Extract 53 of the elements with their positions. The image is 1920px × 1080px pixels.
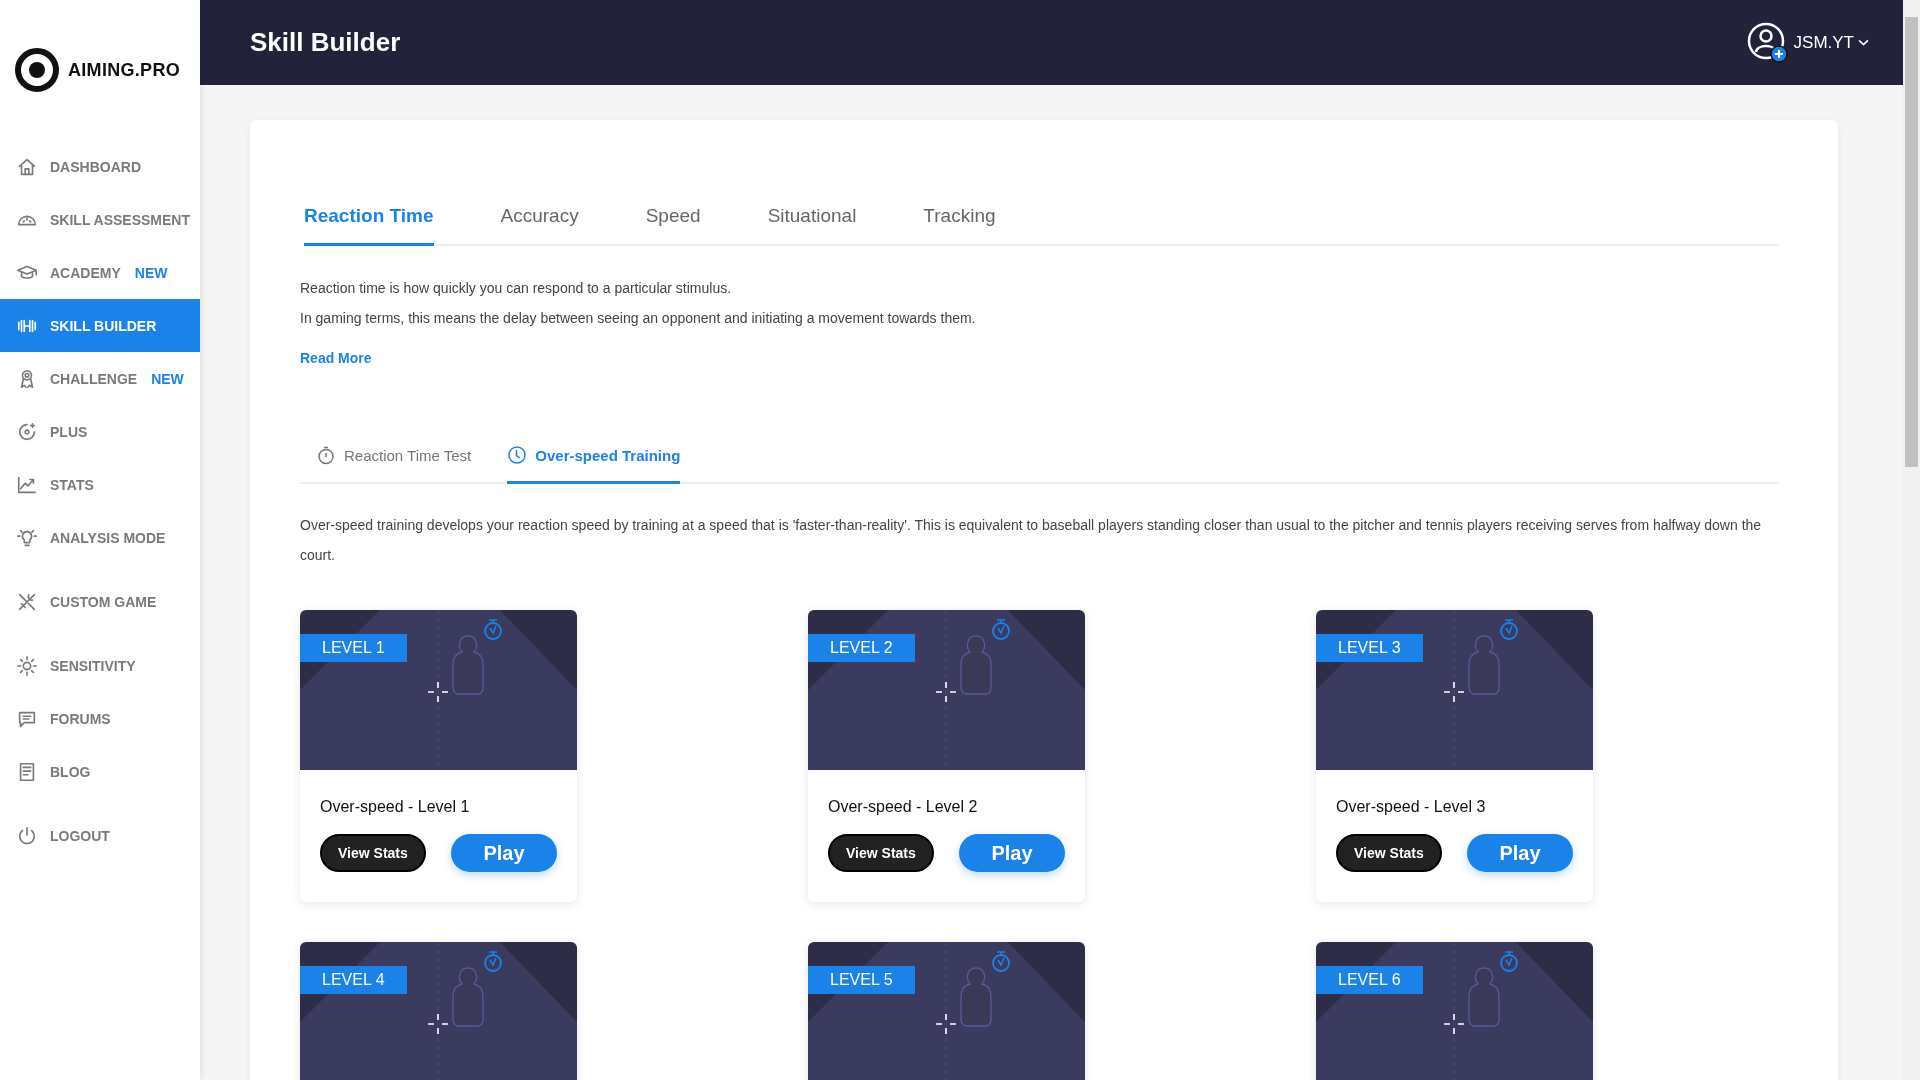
description-text: Reaction time is how quickly you can respond to a particular stimulus. — [300, 280, 733, 297]
sidebar-item[interactable]: CHALLENGE NEW — [0, 352, 200, 405]
mode-tab[interactable]: Reaction Time Test — [300, 445, 482, 484]
user-menu[interactable]: JSM.YT — [1745, 20, 1869, 65]
page-title: Skill Builder — [250, 27, 401, 58]
sidebar-item[interactable]: DASHBOARD — [0, 140, 200, 193]
nav-icon — [16, 420, 38, 443]
category-tab[interactable]: Reaction Time — [304, 205, 434, 246]
level-label: LEVEL 6 — [1316, 966, 1423, 994]
level-label: LEVEL 2 — [808, 634, 915, 662]
description-text: In gaming terms, this means the delay between seeing an opponent and initiating a movement towards them. — [300, 310, 977, 327]
level-label: LEVEL 3 — [1316, 634, 1423, 662]
view-stats-button[interactable]: View Stats — [1336, 834, 1442, 872]
brand-name: AIMING.PRO — [68, 59, 180, 81]
sidebar-item[interactable]: BLOG — [0, 745, 200, 798]
sidebar-item[interactable]: SENSITIVITY — [0, 639, 200, 692]
new-label: NEW — [151, 370, 184, 387]
training-description: Over-speed training develops your reaction speed by training at a speed that is 'faster-than-reality'. This is equivalent to baseball players standing closer than usual to the pitcher and tennis players receiving serves from halfway down the court. — [300, 516, 1763, 565]
new-label: NEW — [134, 264, 168, 281]
sidebar-item[interactable]: SKILL ASSESSMENT — [0, 193, 200, 246]
sidebar-item[interactable]: ACADEMY NEW — [0, 246, 200, 299]
level-label: LEVEL 5 — [808, 966, 915, 994]
level-label: LEVEL 1 — [300, 634, 407, 662]
play-button[interactable]: Play — [451, 834, 557, 872]
category-tab[interactable]: Situational — [767, 205, 857, 246]
view-stats-button[interactable]: View Stats — [828, 834, 934, 872]
mode-tab[interactable]: Over-speed Training — [507, 445, 681, 484]
user-add-icon — [1745, 20, 1790, 65]
sidebar-item[interactable]: CUSTOM GAME — [0, 575, 200, 628]
sidebar-item[interactable]: SKILL BUILDER — [0, 299, 200, 352]
category-tab[interactable]: Tracking — [923, 205, 996, 246]
play-button[interactable]: Play — [959, 834, 1065, 872]
clock-icon — [507, 445, 528, 465]
sidebar-item[interactable]: PLUS — [0, 405, 200, 458]
caret-icon — [1858, 39, 1869, 46]
category-tab[interactable]: Speed — [645, 205, 701, 246]
category-tab[interactable]: Accuracy — [500, 205, 579, 246]
read-more-link[interactable]: Read More — [300, 350, 372, 366]
play-button[interactable]: Play — [1467, 834, 1573, 872]
sidebar-item[interactable]: ANALYSIS MODE — [0, 511, 200, 564]
card-title: Over-speed - Level 3 — [1336, 798, 1487, 816]
card-title: Over-speed - Level 2 — [828, 798, 979, 816]
stopwatch-icon — [316, 445, 336, 465]
level-label: LEVEL 4 — [300, 966, 407, 994]
logo-icon — [14, 47, 60, 93]
sidebar-item[interactable]: FORUMS — [0, 692, 200, 745]
scrollbar[interactable] — [1903, 0, 1920, 1080]
card-title: Over-speed - Level 1 — [320, 798, 471, 816]
sidebar-item[interactable]: LOGOUT — [0, 809, 200, 862]
nav-icon — [16, 824, 38, 847]
view-stats-button[interactable]: View Stats — [320, 834, 426, 872]
sidebar-item[interactable]: STATS — [0, 458, 200, 511]
nav-icon — [16, 654, 38, 677]
